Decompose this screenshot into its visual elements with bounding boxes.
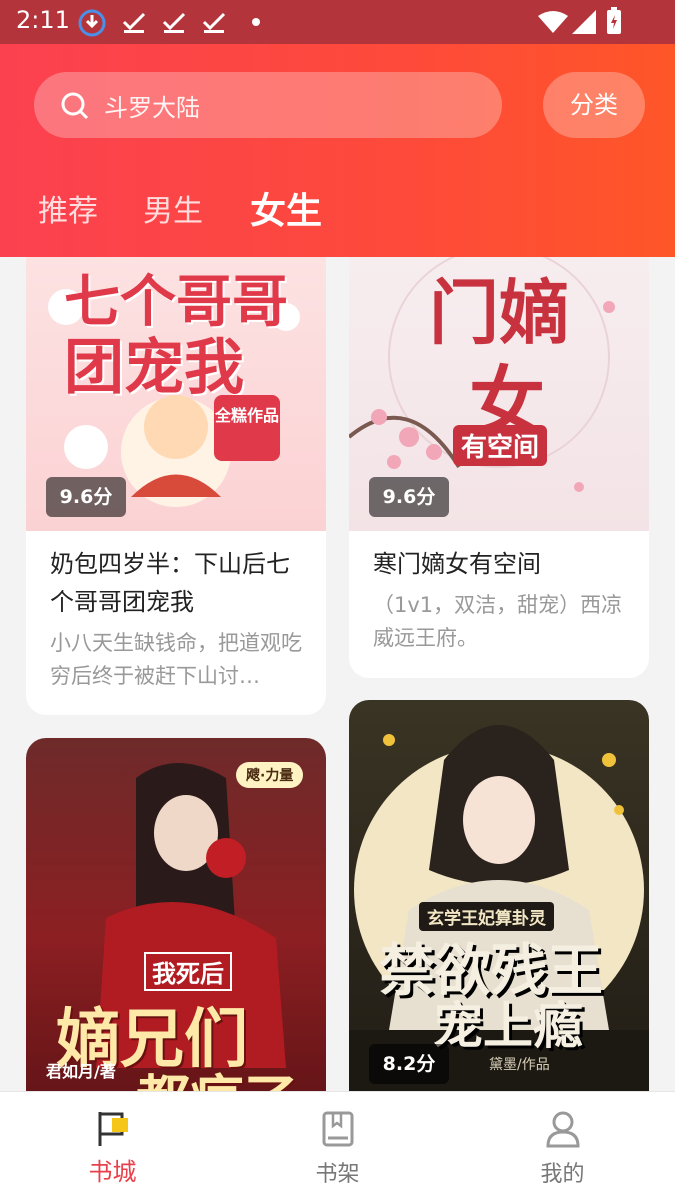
cover-title-1: 我死后 — [144, 952, 232, 991]
book-grid: 七个哥哥 团宠我 全糕作品 9.6分 奶包四岁半：下山后七个哥哥团宠我 小八天生… — [0, 257, 675, 1091]
wifi-icon — [538, 11, 568, 33]
score-badge: 9.6分 — [46, 477, 126, 517]
cover-title-3: 都疯了 — [136, 1056, 298, 1091]
bottom-nav: 书城 书架 我的 — [0, 1091, 675, 1201]
search-bar[interactable]: 斗罗大陆 — [34, 72, 502, 138]
book-title: 寒门嫡女有空间 — [373, 550, 541, 578]
nav-label: 书城 — [88, 1158, 137, 1186]
download-icon — [78, 9, 106, 37]
check-icon — [202, 12, 226, 33]
book-card[interactable]: 门嫡 女 有空间 9.6分 寒门嫡女有空间 （1v1，双洁，甜宠）西凉威远王府。 — [349, 257, 649, 678]
book-card[interactable]: 七个哥哥 团宠我 全糕作品 9.6分 奶包四岁半：下山后七个哥哥团宠我 小八天生… — [26, 257, 326, 715]
battery-icon — [607, 7, 621, 34]
tab-female[interactable]: 女生 — [250, 182, 322, 234]
nav-bookshelf[interactable]: 书架 — [225, 1092, 450, 1201]
status-time: 2:11 — [16, 6, 70, 34]
cover-author: 君如月/著 — [46, 1062, 116, 1081]
header: 斗罗大陆 分类 推荐 男生 女生 — [0, 44, 675, 257]
dot-icon — [252, 18, 260, 26]
tab-male[interactable]: 男生 — [143, 186, 203, 230]
category-button[interactable]: 分类 — [543, 72, 645, 138]
nav-label: 我的 — [540, 1162, 585, 1187]
book-card[interactable]: 玄学王妃算卦灵 禁欲残王 宠上瘾 黛墨/作品 8.2分 — [349, 700, 649, 1091]
book-cover: 七个哥哥 团宠我 全糕作品 9.6分 — [26, 257, 326, 531]
cover-title-3: 有空间 — [453, 425, 548, 466]
person-icon — [546, 1111, 580, 1148]
cover-title-2: 宠上瘾 — [433, 996, 583, 1055]
book-cover: 门嫡 女 有空间 9.6分 — [349, 257, 649, 531]
book-cover: 玄学王妃算卦灵 禁欲残王 宠上瘾 黛墨/作品 8.2分 — [349, 700, 649, 1091]
score-badge: 9.6分 — [369, 477, 449, 517]
nav-label: 书架 — [315, 1162, 360, 1187]
book-icon — [322, 1111, 354, 1147]
search-icon — [61, 92, 89, 120]
search-placeholder: 斗罗大陆 — [104, 94, 200, 122]
book-cover: 飕·力量 我死后 嫡兄们 都疯了 君如月/著 — [26, 738, 326, 1091]
cover-title-2: 团宠我 — [64, 333, 244, 403]
cover-author: 黛墨/作品 — [489, 1057, 550, 1073]
check-icon — [122, 12, 146, 33]
score-badge: 8.2分 — [369, 1044, 449, 1084]
book-title: 奶包四岁半：下山后七个哥哥团宠我 — [50, 550, 290, 616]
cover-author-badge: 全糕作品 — [214, 395, 280, 461]
tab-recommend[interactable]: 推荐 — [38, 186, 98, 230]
status-bar: 2:11 — [0, 0, 675, 44]
nav-bookstore[interactable]: 书城 — [0, 1092, 225, 1201]
cover-publisher-badge: 飕·力量 — [236, 762, 304, 788]
book-description: 小八天生缺钱命，把道观吃穷后终于被赶下山讨… — [50, 631, 302, 688]
nav-profile[interactable]: 我的 — [450, 1092, 675, 1201]
book-description: （1v1，双洁，甜宠）西凉威远王府。 — [373, 593, 623, 650]
book-card[interactable]: 飕·力量 我死后 嫡兄们 都疯了 君如月/著 — [26, 738, 326, 1091]
check-icon — [162, 12, 186, 33]
flag-icon — [98, 1112, 128, 1146]
signal-icon — [572, 10, 596, 34]
